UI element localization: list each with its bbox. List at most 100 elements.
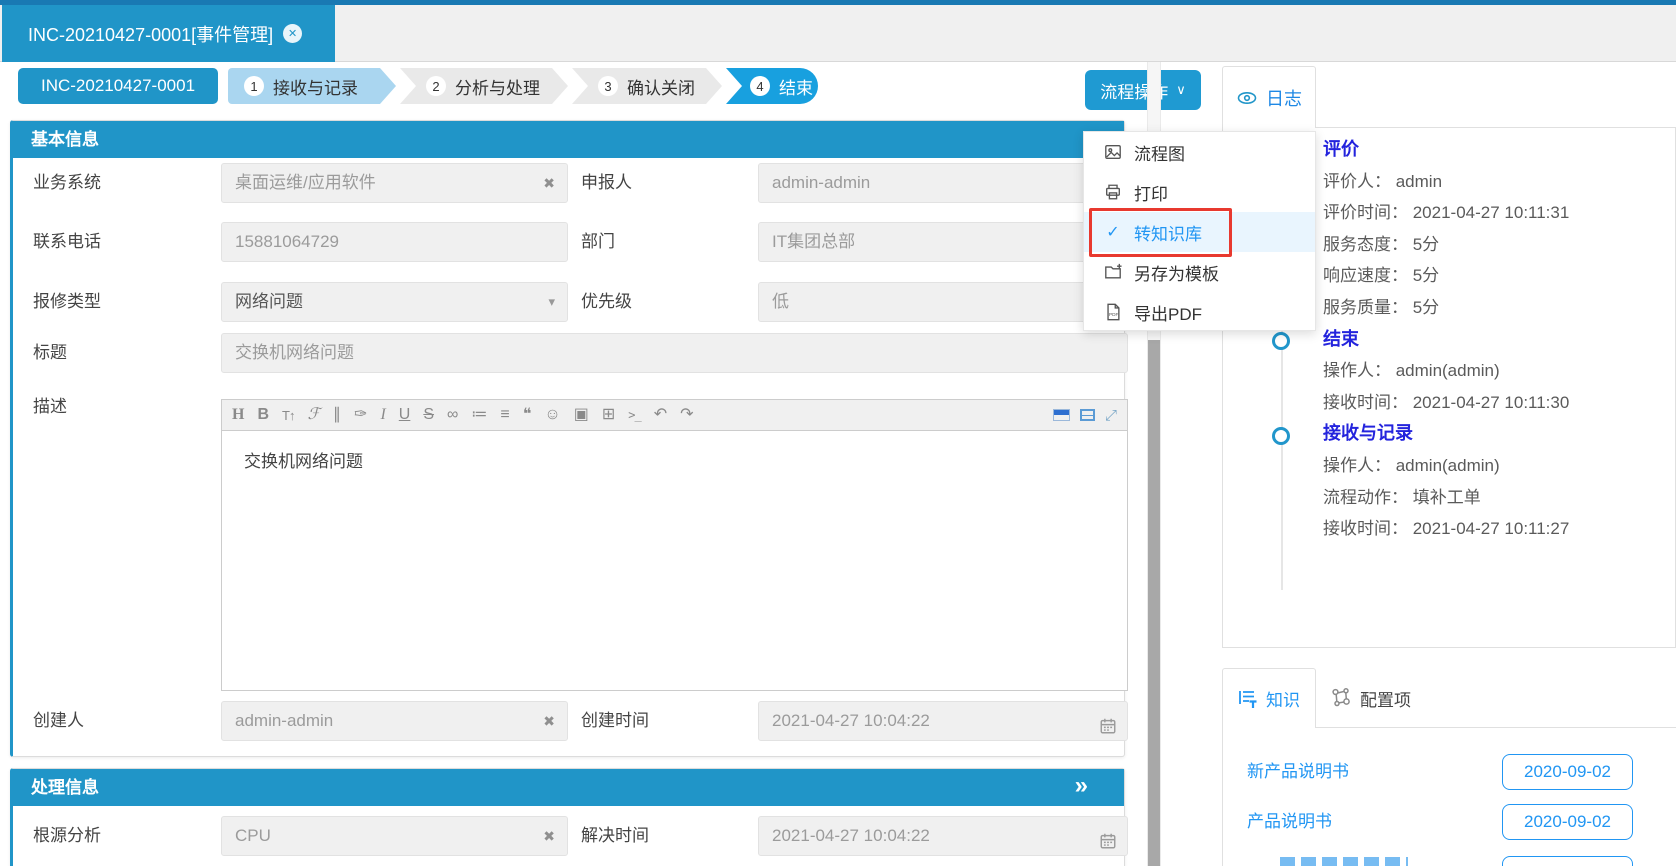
redo-icon[interactable]: ↷ [680,407,693,423]
description-label: 描述 [33,387,213,427]
business-system-value: 桌面运维/应用软件 [235,173,376,192]
menu-item-flowchart[interactable]: 流程图 [1084,132,1315,172]
creator-field[interactable]: admin-admin ✖ [221,701,568,741]
process-operations-button[interactable]: 流程操作 ∨ [1085,70,1201,110]
ticket-id-badge: INC-20210427-0001 [18,68,218,104]
create-time-field[interactable]: 2021-04-27 10:04:22 [758,701,1128,741]
priority-field[interactable]: 低 [758,282,1128,322]
knowledge-tab-label: 知识 [1266,686,1300,711]
department-label: 部门 [581,222,751,262]
log-entry-title: 接收与记录 [1323,418,1569,450]
clear-icon[interactable]: ✖ [543,702,555,740]
process-info-header: 处理信息 [13,769,1124,806]
dropdown-caret-icon[interactable]: ▾ [548,283,555,321]
clear-icon[interactable]: ✖ [543,164,555,202]
folder-plus-icon [1104,263,1122,281]
priority-label: 优先级 [581,282,751,322]
link-icon[interactable]: ∞ [447,407,458,423]
step-label: 接收与记录 [273,74,358,99]
table-icon[interactable]: ⊞ [602,407,615,423]
root-cause-field[interactable]: CPU ✖ [221,816,568,856]
text-height-icon[interactable]: T↑ [282,409,294,422]
resolve-time-label: 解决时间 [581,816,751,856]
repair-type-value: 网络问题 [235,292,303,311]
font-style-icon[interactable]: ℱ [307,407,320,423]
brush-icon[interactable]: ✑ [354,407,367,423]
tab-config-items[interactable]: 配置项 [1330,668,1411,728]
log-row: 操作人： admin(admin) [1323,355,1569,387]
italic-icon[interactable]: I [380,407,385,423]
title-field[interactable]: 交换机网络问题 [221,333,1128,373]
calendar-icon[interactable] [1099,711,1117,741]
log-entry-title: 评价 [1323,134,1569,166]
business-system-field[interactable]: 桌面运维/应用软件 ✖ [221,163,568,203]
log-entries: 评价 评价人： admin 评价时间： 2021-04-27 10:11:31 … [1323,134,1569,545]
log-row: 评价时间： 2021-04-27 10:11:31 [1323,197,1569,229]
undo-icon[interactable]: ↶ [654,407,667,423]
timeline-node-receive [1272,427,1290,445]
image-icon[interactable]: ▣ [574,407,589,423]
highlight-pen-icon[interactable]: ∥ [333,407,341,423]
menu-item-print[interactable]: 打印 [1084,172,1315,212]
process-operations-menu: 流程图 打印 ✓ 转知识库 另存为模板 [1083,131,1316,331]
step-receive-record[interactable]: 1 接收与记录 [228,68,396,104]
tab-knowledge[interactable]: 知识 [1222,668,1316,728]
calendar-icon[interactable] [1099,826,1117,856]
knowledge-item-link[interactable]: 产品说明书 [1247,804,1332,840]
menu-item-label: 打印 [1134,180,1168,205]
knowledge-item-link-clipped[interactable] [1280,857,1408,866]
align-icon[interactable]: ≡ [500,407,509,423]
printer-icon [1104,183,1122,201]
department-field[interactable]: IT集团总部 [758,222,1128,262]
menu-item-label: 导出PDF [1134,300,1202,325]
repair-type-select[interactable]: 网络问题 ▾ [221,282,568,322]
reporter-value: admin-admin [772,173,870,192]
menu-item-export-pdf[interactable]: PDF 导出PDF [1084,292,1315,332]
editor-toolbar-left: HB T↑ ℱ ∥ ✑ IUS ∞ ≔ ≡ ❝ ☺ ▣ ⊞ >_ ↶ ↷ [232,407,694,423]
menu-item-label: 转知识库 [1134,220,1202,245]
reporter-field[interactable]: admin-admin [758,163,1128,203]
menu-item-label: 流程图 [1134,140,1185,165]
phone-label: 联系电话 [33,222,213,262]
strikethrough-icon[interactable]: S [423,407,434,423]
resolve-time-field[interactable]: 2021-04-27 10:04:22 [758,816,1128,856]
phone-field[interactable]: 15881064729 [221,222,568,262]
step-analyze-process[interactable]: 2 分析与处理 [400,68,568,104]
blockquote-icon[interactable]: ❝ [523,407,532,423]
scrollbar-thumb[interactable] [1148,340,1160,866]
close-icon[interactable]: ✕ [283,24,302,43]
phone-value: 15881064729 [235,232,339,251]
department-value: IT集团总部 [772,232,855,251]
knowledge-item-link[interactable]: 新产品说明书 [1247,754,1349,790]
preview-icon[interactable] [1080,409,1095,421]
menu-item-to-knowledge-base[interactable]: ✓ 转知识库 [1084,212,1315,252]
step-label: 确认关闭 [627,74,695,99]
tab-log[interactable]: 日志 [1222,66,1316,128]
list-icon[interactable]: ≔ [471,407,487,423]
fullscreen-icon[interactable]: ⤢ [1105,408,1117,423]
description-content[interactable]: 交换机网络问题 [221,431,1128,691]
create-time-label: 创建时间 [581,701,751,741]
clear-icon[interactable]: ✖ [543,817,555,855]
code-icon[interactable]: >_ [628,409,640,421]
step-number: 2 [426,76,446,96]
collapse-icon[interactable]: » [1075,769,1088,803]
menu-item-save-as-template[interactable]: 另存为模板 [1084,252,1315,292]
root-cause-label: 根源分析 [33,816,213,856]
log-tab-label: 日志 [1266,85,1302,111]
underline-icon[interactable]: U [399,407,411,423]
split-view-icon[interactable] [1053,409,1070,421]
knowledge-item-date-badge: 2020-09-02 [1502,804,1633,840]
bold-icon[interactable]: B [257,407,269,423]
create-time-value: 2021-04-27 10:04:22 [772,711,930,730]
editor-toolbar: HB T↑ ℱ ∥ ✑ IUS ∞ ≔ ≡ ❝ ☺ ▣ ⊞ >_ ↶ ↷ ⤢ [221,399,1128,431]
step-number: 4 [750,76,770,96]
creator-value: admin-admin [235,711,333,730]
config-tab-label: 配置项 [1360,686,1411,711]
step-confirm-close[interactable]: 3 确认关闭 [572,68,722,104]
log-row: 操作人： admin(admin) [1323,450,1569,482]
step-end[interactable]: 4 结束 [726,68,818,104]
tab-incident[interactable]: INC-20210427-0001[事件管理] ✕ [2,5,335,62]
heading-icon[interactable]: H [232,407,244,423]
emoji-icon[interactable]: ☺ [544,407,560,423]
